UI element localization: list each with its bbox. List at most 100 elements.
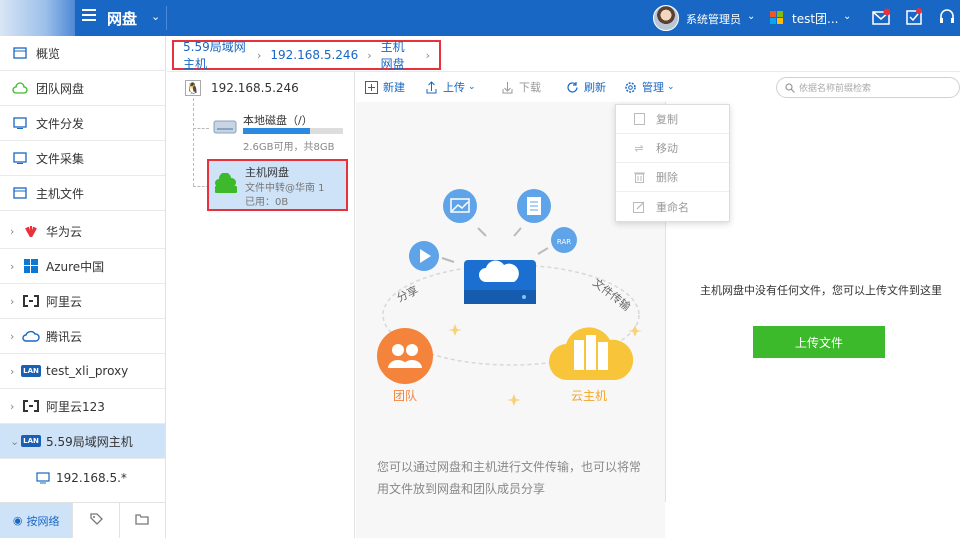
menu-item-copy[interactable]: 复制 (616, 105, 729, 134)
sidebar-subitem-subnet[interactable]: 192.168.5.* (0, 460, 165, 495)
cloud-server-icon (464, 260, 536, 304)
tab-by-folder[interactable] (120, 503, 165, 538)
cloud-host-label: 云主机 (571, 389, 607, 403)
host-disk-used: 已用：0B (245, 197, 289, 208)
video-icon (409, 241, 439, 271)
chevron-down-icon[interactable]: ⌄ (747, 11, 755, 22)
distribute-icon (12, 116, 28, 130)
menu-item-rename[interactable]: 重命名 (616, 192, 729, 221)
menu-item-label: 重命名 (656, 200, 689, 214)
disk-info: 2.6GB可用，共8GB (243, 142, 335, 153)
breadcrumb-item[interactable]: 5.59局域网主机 (183, 38, 248, 72)
manage-button[interactable]: 管理 ⌄ (623, 79, 675, 95)
sidebar-item-aliyun[interactable]: › 阿里云 (0, 284, 165, 319)
image-icon (443, 189, 477, 223)
breadcrumb-item[interactable]: 192.168.5.246 (270, 48, 358, 62)
collect-icon (12, 151, 28, 165)
tree-node-local-disk[interactable]: 本地磁盘（/） 2.6GB可用，共8GB (211, 110, 351, 154)
chevron-right-icon[interactable]: › (10, 225, 18, 238)
monitor-icon (36, 471, 50, 484)
sidebar-item-collect[interactable]: 文件采集 (0, 141, 165, 176)
azure-icon (22, 259, 40, 273)
chevron-right-icon: › (257, 48, 262, 62)
user-name[interactable]: 系统管理员 (686, 11, 741, 27)
document-icon (517, 189, 551, 223)
host-disk-icon (215, 173, 237, 193)
chevron-right-icon[interactable]: › (10, 365, 18, 378)
sidebar-item-huawei[interactable]: › 华为云 (0, 214, 165, 249)
sidebar-item-label: 主机文件 (36, 186, 85, 201)
sidebar-item-label: 阿里云123 (46, 399, 105, 414)
chevron-down-icon[interactable]: ⌄ (10, 435, 19, 448)
divider (166, 6, 167, 30)
disk-tree: 🐧 192.168.5.246 本地磁盘（/） 2.6GB可用，共8GB 主机网… (167, 72, 355, 538)
disk-title: 本地磁盘（/） (243, 114, 313, 127)
globe-icon: ◉ (12, 514, 23, 527)
breadcrumb-bar: 5.59局域网主机 › 192.168.5.246 › 主机网盘 › (167, 36, 960, 72)
sidebar: 概览 团队网盘 文件分发 文件采集 主机文件 › 华为云 › Azure中国 ›… (0, 36, 166, 538)
org-logo-icon (770, 11, 783, 24)
huawei-icon (22, 224, 40, 238)
tree-node-host-disk[interactable]: 主机网盘 文件中转@华南 1 已用：0B (207, 159, 348, 211)
avatar[interactable] (653, 5, 679, 31)
refresh-button[interactable]: 刷新 (565, 79, 606, 95)
new-button[interactable]: 新建 (364, 79, 405, 95)
tab-by-network[interactable]: ◉ 按网络 (0, 503, 74, 538)
edit-icon (632, 201, 646, 213)
archive-icon: RAR (551, 227, 577, 253)
sidebar-item-lan-host[interactable]: ⌄ LAN 5.59局域网主机 (0, 424, 165, 459)
chevron-down-icon[interactable]: ⌄ (151, 10, 160, 23)
chevron-right-icon: › (367, 48, 372, 62)
refresh-label: 刷新 (584, 81, 606, 94)
sidebar-item-distribute[interactable]: 文件分发 (0, 106, 165, 141)
tree-root-label: 192.168.5.246 (211, 81, 299, 95)
sidebar-tabs: ◉ 按网络 (0, 502, 165, 538)
search-input[interactable]: 依据名称前缀检索 (776, 77, 960, 98)
mail-icon[interactable] (872, 8, 890, 26)
chevron-down-icon[interactable]: ⌄ (843, 11, 851, 22)
overview-icon (12, 46, 28, 60)
aliyun-icon (22, 294, 40, 308)
host-disk-title: 主机网盘 (245, 166, 289, 179)
sidebar-item-azure[interactable]: › Azure中国 (0, 249, 165, 284)
sidebar-item-label: Azure中国 (46, 259, 105, 274)
chevron-right-icon[interactable]: › (10, 400, 18, 413)
sidebar-item-label: 文件分发 (36, 116, 85, 131)
sidebar-item-test-proxy[interactable]: › LAN test_xli_proxy (0, 354, 165, 389)
chevron-right-icon[interactable]: › (10, 295, 18, 308)
gear-icon (623, 80, 637, 94)
aliyun-icon (22, 399, 40, 413)
sidebar-item-label: 概览 (36, 46, 61, 61)
sidebar-item-overview[interactable]: 概览 (0, 36, 165, 71)
download-icon (500, 80, 514, 94)
app-title[interactable]: 网盘 (107, 8, 137, 29)
sidebar-item-tencent[interactable]: › 腾讯云 (0, 319, 165, 354)
breadcrumb-item[interactable]: 主机网盘 (381, 38, 417, 72)
menu-item-move[interactable]: ⇌ 移动 (616, 134, 729, 163)
menu-icon[interactable] (82, 9, 96, 23)
sidebar-item-host-file[interactable]: 主机文件 (0, 176, 165, 211)
download-button[interactable]: 下载 (500, 79, 541, 95)
lan-icon: LAN (21, 365, 41, 377)
org-name[interactable]: test团... (792, 10, 839, 27)
upload-button[interactable]: 上传 ⌄ (424, 79, 476, 95)
empty-message: 主机网盘中没有任何文件，您可以上传文件到这里 (700, 284, 942, 297)
upload-file-button[interactable]: 上传文件 (753, 326, 885, 358)
chevron-down-icon: ⌄ (667, 82, 675, 92)
sidebar-subitem-label: 192.168.5.* (56, 470, 127, 485)
disk-usage-bar (243, 128, 343, 134)
sidebar-item-team-disk[interactable]: 团队网盘 (0, 71, 165, 106)
headset-icon[interactable] (938, 8, 956, 26)
sidebar-item-aliyun123[interactable]: › 阿里云123 (0, 389, 165, 424)
breadcrumb: 5.59局域网主机 › 192.168.5.246 › 主机网盘 › (172, 38, 441, 72)
chevron-right-icon[interactable]: › (10, 330, 18, 343)
tag-icon (89, 512, 103, 529)
upload-label: 上传 (443, 81, 465, 94)
linux-icon: 🐧 (185, 80, 201, 96)
task-icon[interactable] (905, 8, 923, 26)
tree-root[interactable]: 🐧 192.168.5.246 (185, 80, 299, 96)
chevron-right-icon[interactable]: › (10, 260, 18, 273)
tab-by-tag[interactable] (73, 503, 120, 538)
copy-icon (632, 113, 646, 125)
menu-item-delete[interactable]: 删除 (616, 163, 729, 192)
